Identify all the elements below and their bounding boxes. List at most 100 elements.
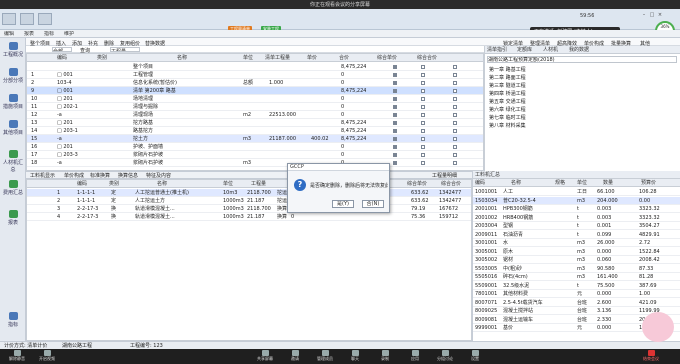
row-checkbox[interactable] — [453, 113, 457, 117]
table-row[interactable]: 15 -a 挖土方 m3 21187.000 400.02 8,475,224 — [27, 135, 483, 143]
material-row[interactable]: 1503034 普C20-32.5-4 m3 204.000 0.00 — [473, 196, 680, 205]
ribbon-tab[interactable]: 维护 — [64, 31, 74, 37]
table-row[interactable]: 2 103-4 信息化系统(暂估价) 总额 1.000 0 — [27, 79, 483, 87]
invite-button[interactable]: 邀请 — [280, 349, 310, 362]
apps-button[interactable]: 应用 — [400, 349, 430, 362]
row-checkbox[interactable] — [453, 97, 457, 101]
material-row[interactable]: 2003004 型钢 t 0.001 3504.27 — [473, 222, 680, 230]
table-row[interactable]: 32-2-17-3换轨道滑模混凝土...1000m32118.700换算普C20… — [27, 205, 471, 213]
table-row[interactable]: 16 □ 201 护坡、护面墙 0 — [27, 143, 483, 151]
tree-node[interactable]: 第四章 桥涵工程 — [489, 90, 526, 98]
tree-node[interactable]: 第三章 隧道工程 — [489, 82, 526, 90]
material-row[interactable]: 5509001 32.5级水泥 t 75.500 387.69 — [473, 282, 680, 290]
row-checkbox[interactable] — [421, 89, 425, 93]
qty-field[interactable]: 工程量 — [110, 47, 140, 52]
table-row[interactable]: 13 □ 201 挖方路基 8,475,224 — [27, 119, 483, 127]
row-checkbox[interactable] — [421, 145, 425, 149]
sidebar-item-index[interactable]: 指标 — [2, 312, 24, 328]
material-row[interactable]: 1001001 人工 工日 66.100 106.28 — [473, 188, 680, 196]
table-row[interactable]: 9 □ 001 清单 第200章 路基 8,475,224 — [27, 87, 483, 95]
material-row[interactable]: 2009011 石油沥青 t 0.099 4829.91 — [473, 231, 680, 239]
tree-node[interactable]: 第六章 绿化工程 — [489, 106, 526, 114]
record-button[interactable]: 录制 — [370, 349, 400, 362]
close-icon[interactable]: × — [656, 12, 664, 18]
row-checkbox[interactable] — [393, 89, 397, 93]
row-checkbox[interactable] — [421, 81, 425, 85]
row-checkbox[interactable] — [393, 73, 397, 77]
material-row[interactable]: 5503005 中(粗)砂 m3 90.580 87.33 — [473, 265, 680, 273]
tree-node[interactable]: 第七章 临时工程 — [489, 114, 526, 122]
breakout-button[interactable]: 分组讨论 — [430, 349, 460, 362]
sidebar-item-fees[interactable]: 费用汇总 — [2, 180, 24, 196]
settings-button[interactable]: 设置 — [460, 349, 490, 362]
sidebar-item-measures[interactable]: 措施项目 — [2, 94, 24, 110]
table-row[interactable]: 整个项目 8,475,224 — [27, 63, 483, 71]
ribbon-tab[interactable]: 编辑 — [4, 31, 14, 37]
tree-node[interactable]: 第八章 材料采集 — [489, 122, 526, 130]
dialog-ok-button[interactable]: 是(Y) — [332, 200, 354, 208]
minimize-icon[interactable]: – — [640, 12, 648, 18]
row-checkbox[interactable] — [393, 129, 397, 133]
row-checkbox[interactable] — [393, 105, 397, 109]
row-checkbox[interactable] — [421, 65, 425, 69]
row-checkbox[interactable] — [393, 153, 397, 157]
material-row[interactable]: 2001001 HPB300钢筋 t 0.003 3323.32 — [473, 205, 680, 213]
row-checkbox[interactable] — [421, 105, 425, 109]
row-checkbox[interactable] — [453, 89, 457, 93]
dialog-cancel-button[interactable]: 否(N) — [362, 200, 384, 208]
table-row[interactable]: 11 □ 202-1 清理与掘除 0 — [27, 103, 483, 111]
row-checkbox[interactable] — [393, 161, 397, 165]
row-checkbox[interactable] — [453, 73, 457, 77]
members-button[interactable]: 管理成员 — [310, 349, 340, 362]
unmute-button[interactable]: 解除静音 — [2, 349, 32, 362]
row-checkbox[interactable] — [393, 113, 397, 117]
material-row[interactable]: 5505016 碎石(4cm) m3 161.400 81.28 — [473, 273, 680, 281]
row-checkbox[interactable] — [421, 73, 425, 77]
tree-node[interactable]: 第五章 交通工程 — [489, 98, 526, 106]
row-checkbox[interactable] — [453, 81, 457, 85]
row-checkbox[interactable] — [453, 145, 457, 149]
material-row[interactable]: 3001001 水 m3 26.000 2.72 — [473, 239, 680, 247]
row-checkbox[interactable] — [453, 153, 457, 157]
row-checkbox[interactable] — [421, 129, 425, 133]
row-checkbox[interactable] — [421, 113, 425, 117]
row-checkbox[interactable] — [453, 121, 457, 125]
row-checkbox[interactable] — [421, 161, 425, 165]
row-checkbox[interactable] — [393, 65, 397, 69]
tab-quota[interactable]: 定额库 — [517, 46, 532, 54]
quota-dropdown[interactable]: 湖南公路工程预算定额(2018) — [487, 56, 677, 63]
sidebar-item-other[interactable]: 其他项目 — [2, 120, 24, 136]
row-checkbox[interactable] — [393, 121, 397, 125]
table-row[interactable]: 10 □ 201 场地清理 0 — [27, 95, 483, 103]
row-checkbox[interactable] — [421, 121, 425, 125]
maximize-icon[interactable]: □ — [648, 12, 656, 18]
sidebar-item-overview[interactable]: 工程概况 — [2, 42, 24, 58]
table-row[interactable]: 14 □ 203-1 路基挖方 8,475,224 — [27, 127, 483, 135]
material-row[interactable]: 8007071 2.5-4.5t载货汽车 台班 2.600 421.09 — [473, 299, 680, 307]
tree-node[interactable]: 第二章 路面工程 — [489, 74, 526, 82]
video-button[interactable]: 开启视频 — [32, 349, 62, 362]
end-meeting-button[interactable]: 结束会议 — [636, 349, 666, 362]
sidebar-item-items[interactable]: 分部分项 — [2, 68, 24, 84]
tab-labor[interactable]: 人材机 — [543, 46, 558, 54]
row-checkbox[interactable] — [453, 105, 457, 109]
row-checkbox[interactable] — [393, 137, 397, 141]
filter-select[interactable]: 全部 — [52, 47, 72, 52]
share-button[interactable]: 共享屏幕 — [250, 349, 280, 362]
table-row[interactable]: 4 2-2-17-3 换 轨道滑模混凝土... 1000m3 21.187 换算 0 75.36… — [27, 213, 471, 221]
row-checkbox[interactable] — [421, 137, 425, 141]
row-checkbox[interactable] — [453, 129, 457, 133]
row-checkbox[interactable] — [453, 161, 457, 165]
undo-icon[interactable] — [38, 13, 52, 25]
ribbon-tab[interactable]: 指标 — [44, 31, 54, 37]
material-row[interactable]: 7801001 其他材料费 元 0.000 1.00 — [473, 290, 680, 298]
sidebar-item-materials[interactable]: 人材机汇总 — [2, 150, 24, 173]
material-row[interactable]: 3005001 原木 m3 0.000 1522.84 — [473, 248, 680, 256]
table-row[interactable]: 18-a浆砌片石护坡m30 — [27, 159, 483, 167]
row-checkbox[interactable] — [421, 97, 425, 101]
row-checkbox[interactable] — [393, 81, 397, 85]
save-icon[interactable] — [20, 13, 34, 25]
table-row[interactable]: 11-1-1-1定人工挖运普通土(推土机)10m32118.700挖运土方063… — [27, 189, 471, 197]
row-checkbox[interactable] — [453, 65, 457, 69]
table-row[interactable]: 17 □ 203-3 浆砌片石护坡 0 — [27, 151, 483, 159]
